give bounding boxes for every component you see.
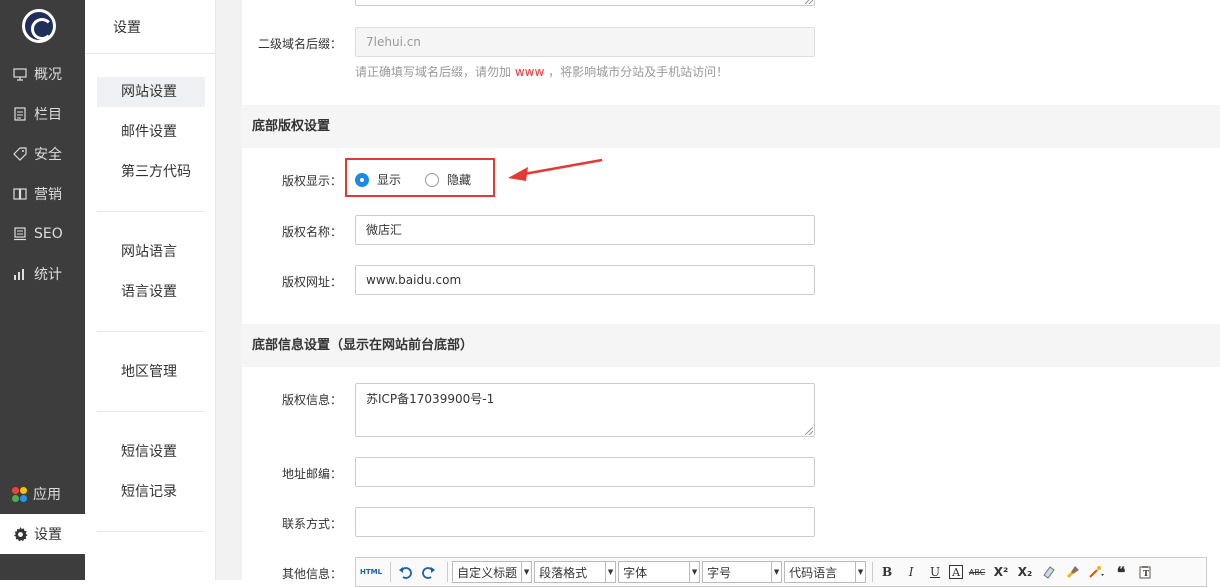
subnav-item-language-settings[interactable]: 语言设置 bbox=[97, 277, 205, 307]
divider bbox=[447, 562, 449, 582]
copyright-url-label: 版权网址： bbox=[281, 275, 342, 289]
domain-suffix-input[interactable]: 7lehui.cn bbox=[355, 27, 815, 57]
hint-text: 请正确填写域名后缀，请勿加 bbox=[355, 65, 512, 79]
contact-input[interactable] bbox=[355, 507, 815, 537]
radio-label: 隐藏 bbox=[447, 173, 472, 187]
nav-label: 设置 bbox=[34, 527, 62, 543]
address-input[interactable] bbox=[355, 457, 815, 487]
select-label: 代码语言 bbox=[789, 565, 838, 580]
nav-label: 栏目 bbox=[34, 107, 62, 123]
radio-checked-icon bbox=[355, 172, 369, 187]
nav-marketing[interactable]: 营销 bbox=[0, 174, 85, 214]
app-logo[interactable] bbox=[22, 9, 56, 43]
copyright-section-header: 底部版权设置 bbox=[242, 105, 1220, 148]
nav-columns[interactable]: 栏目 bbox=[0, 94, 85, 134]
nav-label: 安全 bbox=[34, 147, 62, 163]
copyright-name-label: 版权名称： bbox=[281, 225, 342, 239]
nav-seo[interactable]: SEO bbox=[0, 214, 85, 254]
font-border-button[interactable]: A bbox=[949, 565, 964, 579]
apps-icon bbox=[12, 486, 27, 502]
divider bbox=[97, 331, 204, 332]
book-icon bbox=[12, 186, 28, 202]
chevron-down-icon: ▼ bbox=[521, 562, 531, 582]
copyright-name-input[interactable]: 微店汇 bbox=[355, 215, 815, 245]
subnav-item-site-settings[interactable]: 网站设置 bbox=[97, 77, 205, 107]
nav-settings[interactable]: 设置 bbox=[0, 514, 85, 554]
radio-unchecked-icon bbox=[425, 172, 439, 187]
select-label: 段落格式 bbox=[539, 565, 588, 580]
gear-icon bbox=[12, 526, 28, 542]
nav-label: 统计 bbox=[34, 267, 62, 283]
divider bbox=[390, 562, 392, 582]
divider bbox=[97, 211, 204, 212]
select-label: 自定义标题 bbox=[457, 565, 518, 580]
address-label: 地址邮编： bbox=[281, 467, 342, 481]
subnav-item-sms-records[interactable]: 短信记录 bbox=[97, 477, 205, 507]
seo-icon bbox=[12, 226, 28, 242]
radio-hide[interactable]: 隐藏 bbox=[425, 171, 471, 188]
chevron-down-icon: ▼ bbox=[771, 562, 781, 582]
divider bbox=[85, 53, 216, 54]
nav-statistics[interactable]: 统计 bbox=[0, 254, 85, 294]
settings-subnav: 设置 网站设置 邮件设置 第三方代码 网站语言 语言设置 地区管理 短信设置 短… bbox=[85, 0, 216, 580]
domain-suffix-label: 二级域名后缀： bbox=[257, 37, 342, 51]
svg-text:T: T bbox=[1143, 568, 1149, 578]
nav-label: SEO bbox=[34, 226, 63, 242]
nav-security[interactable]: 安全 bbox=[0, 134, 85, 174]
divider bbox=[97, 531, 204, 532]
textarea-value: 苏ICP备17039900号-1 bbox=[366, 392, 495, 406]
subnav-item-sms-settings[interactable]: 短信设置 bbox=[97, 437, 205, 467]
nav-overview[interactable]: 概况 bbox=[0, 54, 85, 94]
divider bbox=[97, 411, 204, 412]
tag-icon bbox=[12, 146, 28, 162]
chevron-down-icon: ▼ bbox=[689, 562, 699, 582]
main-sidebar: 概况 栏目 安全 营销 SEO 统计 应用 设置 bbox=[0, 0, 85, 580]
subnav-item-region-management[interactable]: 地区管理 bbox=[97, 357, 205, 387]
copyright-info-label: 版权信息： bbox=[281, 393, 342, 407]
copyright-url-input[interactable]: www.baidu.com bbox=[355, 265, 815, 295]
subnav-item-site-language[interactable]: 网站语言 bbox=[97, 237, 205, 267]
footer-section-header: 底部信息设置（显示在网站前台底部） bbox=[242, 324, 1220, 367]
resize-handle[interactable] bbox=[805, 427, 813, 435]
radio-show[interactable]: 显示 bbox=[355, 171, 401, 188]
nav-apps[interactable]: 应用 bbox=[0, 474, 85, 514]
hint-text: ，将影响城市分站及手机站访问！ bbox=[548, 65, 729, 79]
hint-highlight: www bbox=[514, 65, 545, 79]
nav-label: 概况 bbox=[34, 67, 62, 83]
resize-handle[interactable] bbox=[805, 0, 813, 4]
other-info-label: 其他信息： bbox=[281, 567, 342, 581]
subnav-item-mail-settings[interactable]: 邮件设置 bbox=[97, 117, 205, 147]
nav-label: 应用 bbox=[33, 487, 61, 503]
editor-toolbar: HTML 自定义标题 ▼ 段落格式 ▼ 字体 ▼ 字号 ▼ 代码语言 ▼ B I U A … bbox=[355, 557, 1207, 587]
previous-textarea[interactable] bbox=[355, 0, 815, 6]
copyright-info-textarea[interactable]: 苏ICP备17039900号-1 bbox=[355, 383, 815, 437]
settings-form: 二级域名后缀： 7lehui.cn 请正确填写域名后缀，请勿加 www ，将影响… bbox=[242, 0, 1220, 587]
arrow-annotation-icon bbox=[508, 158, 603, 181]
subnav-item-third-party-code[interactable]: 第三方代码 bbox=[97, 157, 205, 187]
monitor-icon bbox=[12, 66, 28, 82]
content-gutter bbox=[216, 0, 242, 580]
chevron-down-icon: ▼ bbox=[855, 562, 865, 582]
select-label: 字体 bbox=[623, 565, 648, 580]
document-icon bbox=[12, 106, 28, 122]
subnav-title: 设置 bbox=[113, 20, 141, 36]
bar-chart-icon bbox=[12, 266, 28, 282]
divider bbox=[872, 562, 874, 582]
highlight-box: 显示 隐藏 bbox=[345, 158, 495, 197]
radio-label: 显示 bbox=[377, 173, 402, 187]
chevron-down-icon: ▼ bbox=[605, 562, 615, 582]
domain-hint: 请正确填写域名后缀，请勿加 www ，将影响城市分站及手机站访问！ bbox=[355, 63, 728, 80]
copyright-display-label: 版权显示： bbox=[281, 174, 342, 188]
nav-label: 营销 bbox=[34, 187, 62, 203]
select-label: 字号 bbox=[707, 565, 732, 580]
contact-label: 联系方式： bbox=[281, 517, 342, 531]
